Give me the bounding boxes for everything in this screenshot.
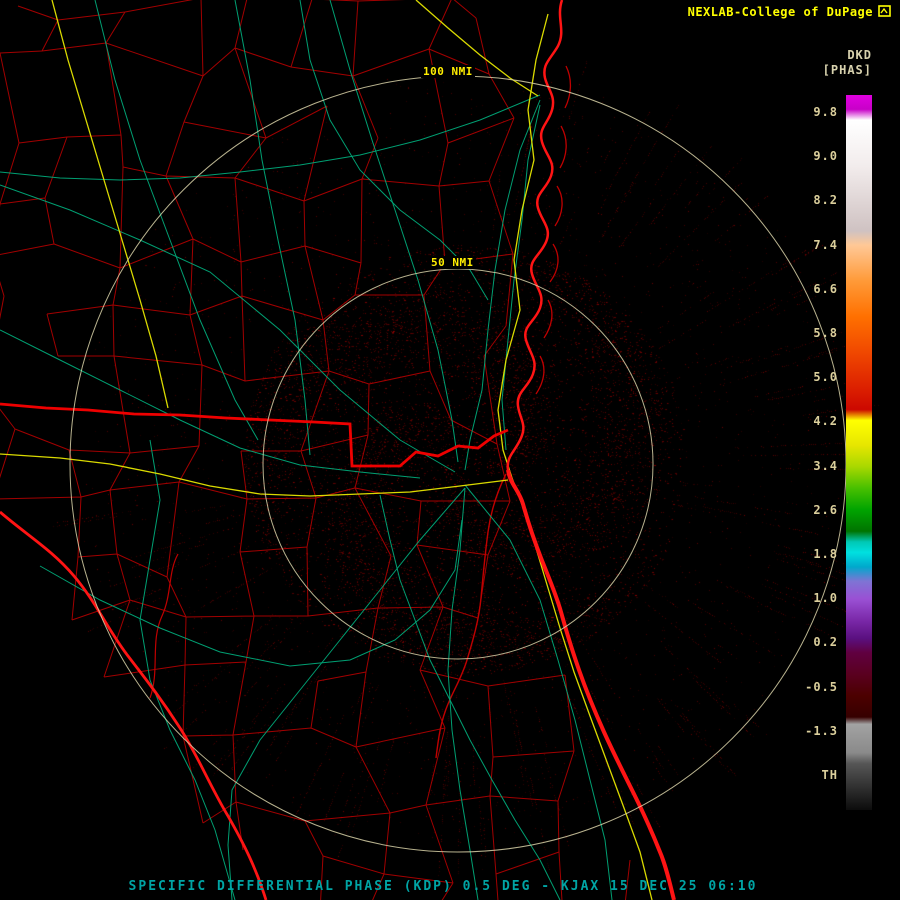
scale-tick-label: -0.5 [805,679,838,694]
scale-tick-label: -1.3 [805,723,838,738]
scale-tick-label: 5.8 [813,326,838,340]
range-ring-50nmi [262,268,654,660]
county-border [0,0,631,900]
range-ring-label-100nmi: 100 NMI [421,65,475,78]
road [39,519,463,667]
radar-display: 100 NMI 50 NMI NEXLAB-College of DuPage … [0,0,900,900]
scale-tick-label: TH [821,768,838,782]
scale-tick-label: 8.2 [813,193,838,208]
road [299,0,489,301]
road [0,94,541,181]
status-bar-text: SPECIFIC DIFFERENTIAL PHASE (KDP) 0.5 DE… [128,879,758,894]
colorbar-tick-labels: 9.8 9.0 8.2 7.4 6.6 5.8 5.0 4.2 3.4 2.6 1.8 1.0 0.2 -… [782,0,838,900]
scale-tick-label: 5.0 [813,370,838,385]
attribution-text: NEXLAB-College of DuPage [687,5,873,19]
map-overlay [0,0,847,900]
scale-tick-label: 6.6 [813,281,838,296]
highways-layer [0,0,653,900]
barrier-islands [535,65,572,395]
highway [415,0,539,97]
cod-logo-icon [878,5,891,17]
scale-tick-label: 9.8 [813,105,838,119]
scale-tick-label: 3.4 [813,458,838,473]
road [0,184,456,473]
scale-tick-label: 2.6 [813,502,838,517]
scale-tick-label: 1.0 [813,591,838,606]
scale-tick-label: 7.4 [813,237,838,252]
florida-coastline [506,469,676,900]
scale-tick-label: 9.0 [813,149,838,164]
state-line-fl-ga [0,402,509,468]
scale-tick-label: 1.8 [813,547,838,561]
color-bar [846,95,872,810]
scale-tick-label: 4.2 [813,414,838,429]
county-borders-layer [0,0,631,900]
highway [0,453,509,497]
road [94,0,259,441]
scale-tick-label: 0.2 [813,635,838,650]
range-ring-label-50nmi: 50 NMI [429,256,476,269]
gulf-coastline [0,510,268,900]
state-borders-layer [0,0,676,900]
